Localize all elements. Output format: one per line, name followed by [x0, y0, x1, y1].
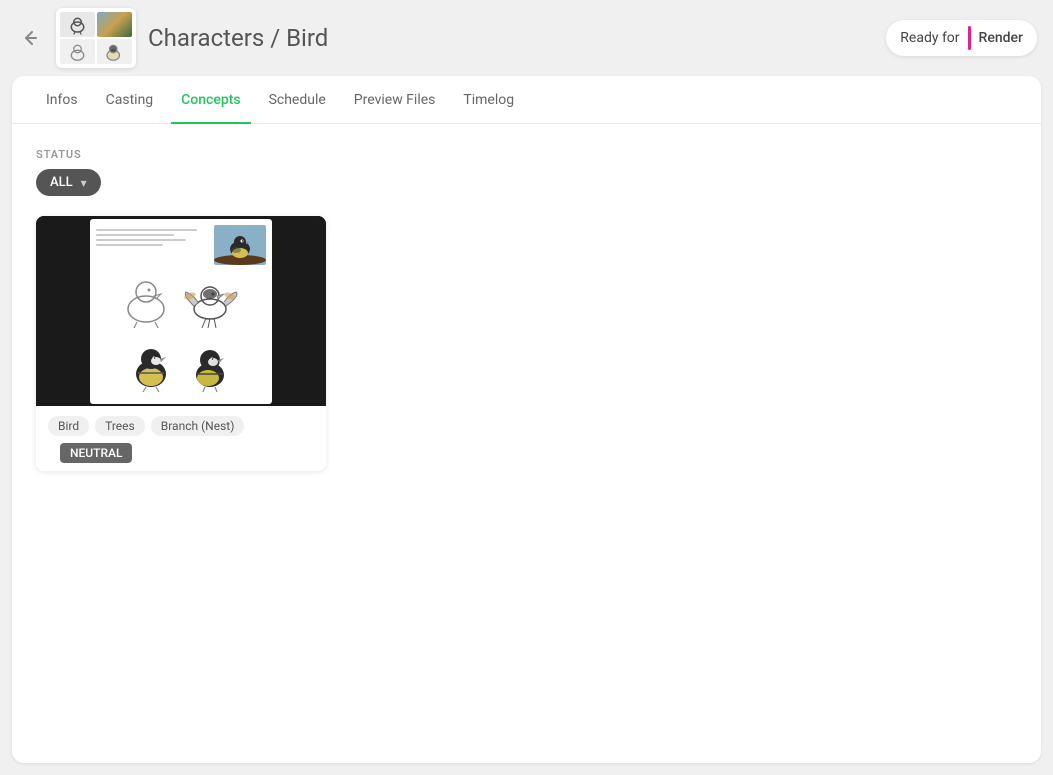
ready-for-label: Ready for — [900, 30, 959, 46]
tab-infos[interactable]: Infos — [36, 76, 88, 124]
tab-casting[interactable]: Casting — [96, 76, 164, 124]
main-container: Infos Casting Concepts Schedule Preview … — [12, 76, 1041, 763]
tabs-nav: Infos Casting Concepts Schedule Preview … — [12, 76, 1041, 124]
status-filter-label: STATUS — [36, 148, 1017, 161]
tab-timelog[interactable]: Timelog — [453, 76, 524, 124]
back-button[interactable] — [16, 24, 44, 52]
concepts-content: STATUS ALL ▾ — [12, 124, 1041, 495]
concept-status-tag: NEUTRAL — [60, 443, 132, 463]
tag-branch: Branch (Nest) — [151, 416, 245, 436]
tag-bird: Bird — [48, 416, 89, 436]
tab-concepts[interactable]: Concepts — [171, 76, 250, 124]
concept-preview — [36, 216, 326, 406]
chevron-down-icon: ▾ — [81, 176, 87, 190]
header: Characters / Bird Ready for Render — [0, 0, 1053, 76]
status-dropdown[interactable]: ALL ▾ — [36, 169, 101, 196]
tab-preview-files[interactable]: Preview Files — [344, 76, 446, 124]
concept-card[interactable]: Bird Trees Branch (Nest) NEUTRAL — [36, 216, 326, 471]
status-dropdown-value: ALL — [50, 175, 73, 190]
render-label: Render — [979, 30, 1023, 46]
tab-schedule[interactable]: Schedule — [259, 76, 336, 124]
concept-tags: Bird Trees Branch (Nest) — [36, 406, 326, 442]
entity-thumbnail — [56, 8, 136, 68]
page-title: Characters / Bird — [148, 24, 874, 52]
status-divider — [968, 26, 971, 50]
concepts-grid: Bird Trees Branch (Nest) NEUTRAL — [36, 216, 1017, 471]
status-ready-for-button[interactable]: Ready for Render — [886, 20, 1037, 56]
tag-trees: Trees — [95, 416, 145, 436]
status-filter-section: STATUS ALL ▾ — [36, 148, 1017, 196]
